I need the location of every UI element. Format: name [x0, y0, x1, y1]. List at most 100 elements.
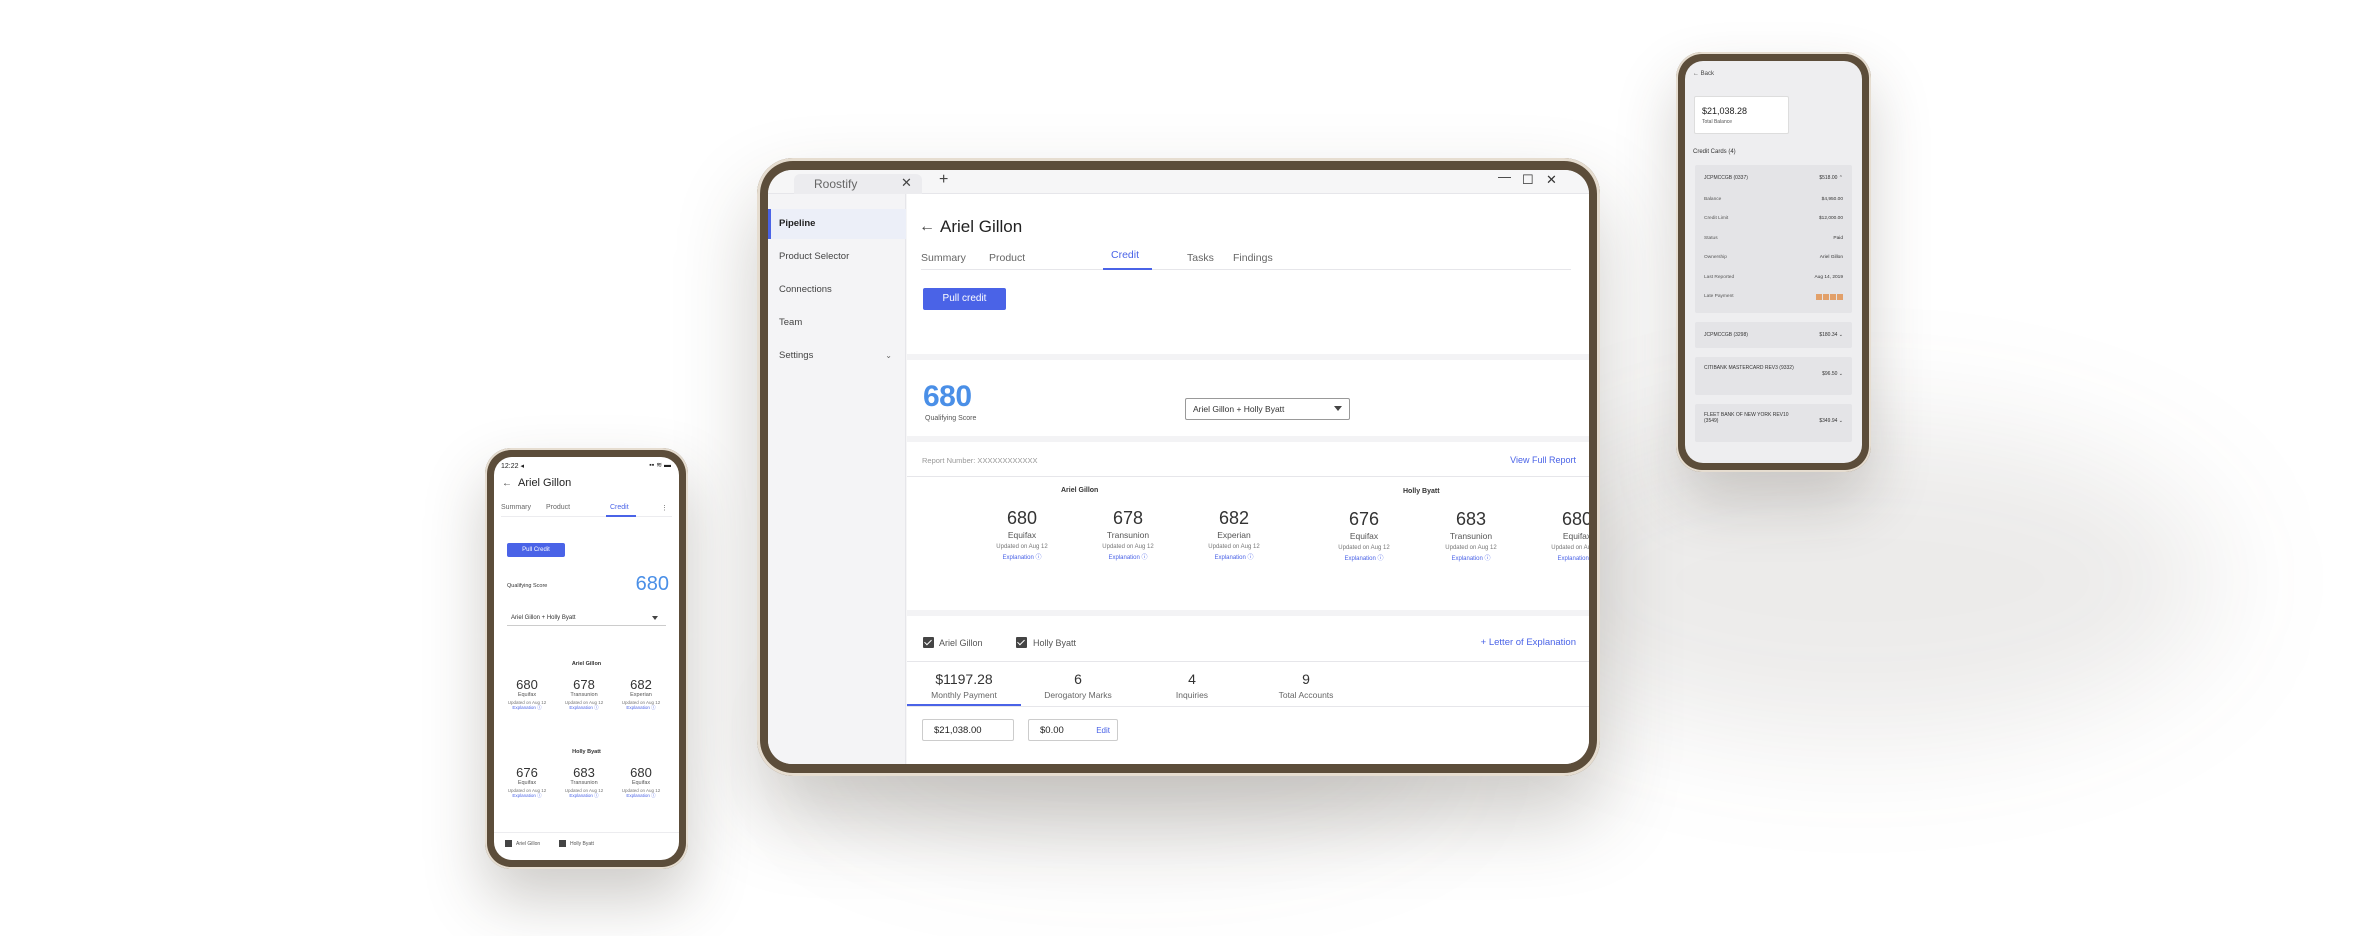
- active-tab-indicator: [606, 515, 636, 517]
- stat-inquiries[interactable]: 4 Inquiries: [1135, 671, 1249, 700]
- borrower-select[interactable]: Ariel Gillon + Holly Byatt: [1185, 398, 1350, 420]
- back-arrow-icon[interactable]: ←: [919, 218, 935, 236]
- stat-total-accounts[interactable]: 9 Total Accounts: [1249, 671, 1363, 700]
- explanation-link[interactable]: Explanation ⓘ: [556, 793, 612, 799]
- explanation-link[interactable]: Explanation ⓘ: [499, 793, 555, 799]
- card-header: CITIBANK MASTERCARD REV3 (9332): [1704, 365, 1802, 371]
- total-balance-label: Total Balance: [1702, 119, 1733, 125]
- row-label: Last Reported: [1704, 275, 1735, 280]
- borrower-name: Holly Byatt: [1403, 488, 1440, 495]
- browser-tab[interactable]: Roostify ✕: [794, 174, 922, 194]
- bureau-score-card: 680 Equifax Updated on Aug 12 Explanatio…: [499, 677, 555, 711]
- amount-field[interactable]: $0.00 Edit: [1028, 719, 1118, 741]
- explanation-link[interactable]: Explanation ⓘ: [1436, 553, 1506, 562]
- phone-screen: 12:22 ◂ ▪▪ ≋ ▬ ← Ariel Gillon Summary Pr…: [494, 457, 679, 860]
- bureau-name: Transunion: [570, 692, 598, 698]
- borrower-name: Ariel Gillon: [1061, 487, 1099, 494]
- maximize-icon[interactable]: ☐: [1522, 172, 1534, 188]
- back-arrow-icon[interactable]: ←: [502, 478, 512, 489]
- card-amount: $349.94 ⌄: [1819, 418, 1843, 424]
- tab-summary[interactable]: Summary: [501, 504, 531, 511]
- card-header: JCPMCCGB (0337) $518.00 ⌃: [1704, 175, 1843, 181]
- tab-tasks[interactable]: Tasks: [1187, 252, 1214, 264]
- tab-findings[interactable]: Findings: [1233, 252, 1273, 264]
- stat-label: Inquiries: [1175, 690, 1209, 700]
- card-row: Status Paid: [1704, 236, 1843, 241]
- sidebar-item-pipeline[interactable]: Pipeline: [768, 209, 906, 239]
- mobile-device: ← Back $21,038.28 Total Balance Credit C…: [1676, 52, 1871, 472]
- checkbox-holly-byatt[interactable]: [559, 840, 566, 847]
- active-tab-indicator: [1103, 268, 1152, 270]
- late-payment-box: [1830, 294, 1836, 300]
- bureau-score: 680: [1006, 508, 1038, 528]
- card-name: FLEET BANK OF NEW YORK REV10 (3549): [1704, 412, 1789, 424]
- bureau-score: 683: [573, 765, 595, 780]
- bureau-score-card: 683 Transunion Updated on Aug 12 Explana…: [556, 765, 612, 799]
- explanation-link[interactable]: Explanation ⓘ: [1093, 552, 1163, 561]
- row-label: Ownership: [1704, 255, 1727, 260]
- bureau-updated: Updated on Aug 12: [1102, 544, 1154, 550]
- bureau-name: Equifax: [631, 780, 651, 786]
- explanation-link[interactable]: Explanation ⓘ: [1199, 552, 1269, 561]
- back-link[interactable]: ← Back: [1693, 71, 1714, 77]
- explanation-link[interactable]: Explanation ⓘ: [556, 705, 612, 711]
- explanation-link[interactable]: Explanation ⓘ: [499, 705, 555, 711]
- pull-credit-button[interactable]: Pull Credit: [507, 543, 565, 557]
- sidebar-item-product-selector[interactable]: Product Selector: [768, 242, 906, 272]
- section-divider: [907, 436, 1589, 442]
- bureau-score-card: 678 Transunion Updated on Aug 12 Explana…: [556, 677, 612, 711]
- checkbox-holly-byatt[interactable]: [1016, 637, 1027, 648]
- caret-down-icon: [1334, 406, 1342, 411]
- explanation-link[interactable]: Explanation ⓘ: [613, 705, 669, 711]
- close-window-icon[interactable]: ✕: [1546, 172, 1557, 188]
- checkbox-ariel-gillon[interactable]: [923, 637, 934, 648]
- stat-value: 4: [1188, 671, 1196, 687]
- row-value: Aug 14, 2019: [1814, 275, 1843, 280]
- bureau-score-card: 680 Equifax Updated on Aug 12 Explanatio…: [613, 765, 669, 799]
- bureau-score: 676: [1348, 509, 1380, 529]
- more-icon[interactable]: ⋮: [661, 504, 668, 512]
- tab-credit[interactable]: Credit: [1111, 249, 1139, 261]
- credit-card-collapsed[interactable]: CITIBANK MASTERCARD REV3 (9332) $96.50 ⌄: [1695, 357, 1852, 395]
- bureau-name: Equifax: [1349, 531, 1379, 541]
- bureau-name: Experian: [1217, 530, 1251, 540]
- bureau-score-card: 676 Equifax Updated on Aug 12 Explanatio…: [499, 765, 555, 799]
- credit-card-collapsed[interactable]: FLEET BANK OF NEW YORK REV10 (3549) $349…: [1695, 404, 1852, 442]
- checkbox-ariel-gillon[interactable]: [505, 840, 512, 847]
- edit-link[interactable]: Edit: [1096, 720, 1110, 742]
- late-payment-box: [1837, 294, 1843, 300]
- sidebar-item-settings[interactable]: Settings ⌄: [768, 341, 906, 371]
- bureau-name: Equifax: [517, 780, 537, 786]
- tab-summary[interactable]: Summary: [921, 252, 966, 264]
- tab-credit[interactable]: Credit: [610, 504, 629, 511]
- card-amount: $96.50 ⌄: [1822, 371, 1843, 377]
- phone-device: 12:22 ◂ ▪▪ ≋ ▬ ← Ariel Gillon Summary Pr…: [485, 448, 688, 869]
- credit-card-expanded[interactable]: JCPMCCGB (0337) $518.00 ⌃ Balance $4,950…: [1695, 165, 1852, 313]
- new-tab-icon[interactable]: +: [939, 171, 948, 189]
- explanation-link[interactable]: Explanation ⓘ: [987, 552, 1057, 561]
- stat-derogatory-marks[interactable]: 6 Derogatory Marks: [1021, 671, 1135, 700]
- tab-product[interactable]: Product: [989, 252, 1025, 264]
- borrower-select[interactable]: Ariel Gillon + Holly Byatt: [507, 610, 666, 626]
- bureau-score-card: 682 Experian Updated on Aug 12 Explanati…: [613, 677, 669, 711]
- explanation-link[interactable]: Explanation ⓘ: [1329, 553, 1399, 562]
- letter-of-explanation-button[interactable]: + Letter of Explanation: [1481, 637, 1576, 648]
- card-name: CITIBANK MASTERCARD REV3 (9332): [1704, 365, 1794, 371]
- credit-card-collapsed[interactable]: JCPMCCGB (3298) $180.34 ⌄: [1695, 322, 1852, 348]
- balance-field[interactable]: $21,038.00: [922, 719, 1014, 741]
- view-full-report-link[interactable]: View Full Report: [1510, 455, 1576, 465]
- stat-monthly-payment[interactable]: $1197.28 Monthly Payment: [907, 671, 1021, 700]
- sidebar-item-connections[interactable]: Connections: [768, 275, 906, 305]
- pull-credit-button[interactable]: Pull credit: [923, 288, 1006, 310]
- explanation-link[interactable]: Explanation ⓘ: [613, 793, 669, 799]
- minimize-icon[interactable]: —: [1498, 170, 1511, 184]
- amount-value: $0.00: [1040, 725, 1064, 736]
- checkbox-label: Ariel Gillon: [516, 841, 541, 847]
- tab-product[interactable]: Product: [546, 504, 570, 511]
- borrower-select-value: Ariel Gillon + Holly Byatt: [1193, 404, 1285, 414]
- bureau-score: 683: [1455, 509, 1487, 529]
- sidebar-item-label: Settings: [779, 350, 814, 361]
- explanation-link[interactable]: Explanation ⓘ: [1542, 553, 1589, 562]
- sidebar-item-team[interactable]: Team: [768, 308, 906, 338]
- close-tab-icon[interactable]: ✕: [901, 175, 912, 191]
